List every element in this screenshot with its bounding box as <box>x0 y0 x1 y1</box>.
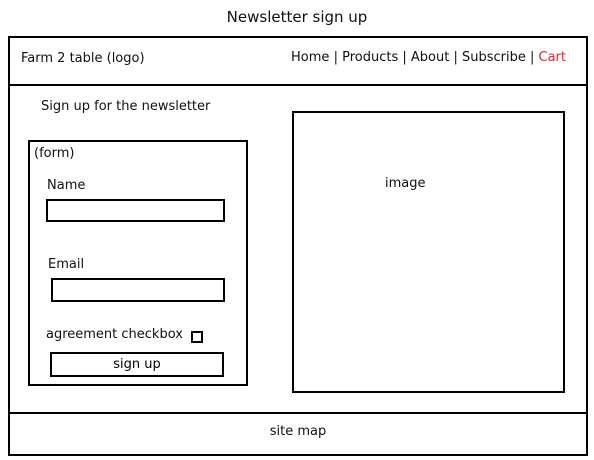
email-label: Email <box>48 257 85 272</box>
agreement-label: agreement checkbox <box>46 327 183 342</box>
nav-link-subscribe[interactable]: Subscribe <box>462 50 526 65</box>
image-placeholder-label: image <box>385 176 426 191</box>
footer-sitemap[interactable]: site map <box>8 424 588 439</box>
nav-separator: | <box>453 50 462 65</box>
main-nav: Home | Products | About | Subscribe | Ca… <box>291 50 566 65</box>
nav-separator: | <box>529 50 539 65</box>
footer-divider <box>8 412 588 414</box>
sign-up-button[interactable]: sign up <box>50 352 224 377</box>
newsletter-heading: Sign up for the newsletter <box>41 99 211 114</box>
nav-link-about[interactable]: About <box>411 50 449 65</box>
form-placeholder-label: (form) <box>34 146 75 161</box>
email-input[interactable] <box>51 278 225 302</box>
name-input[interactable] <box>46 199 225 222</box>
header-divider <box>8 84 588 86</box>
page-title: Newsletter sign up <box>226 8 368 26</box>
nav-separator: | <box>402 50 411 65</box>
nav-link-home[interactable]: Home <box>291 50 329 65</box>
nav-link-cart[interactable]: Cart <box>539 50 567 65</box>
nav-separator: | <box>333 50 343 65</box>
nav-link-products[interactable]: Products <box>342 50 398 65</box>
name-label: Name <box>47 178 86 193</box>
agreement-checkbox[interactable] <box>191 331 203 343</box>
site-logo[interactable]: Farm 2 table (logo) <box>21 51 145 66</box>
image-placeholder <box>292 111 565 393</box>
